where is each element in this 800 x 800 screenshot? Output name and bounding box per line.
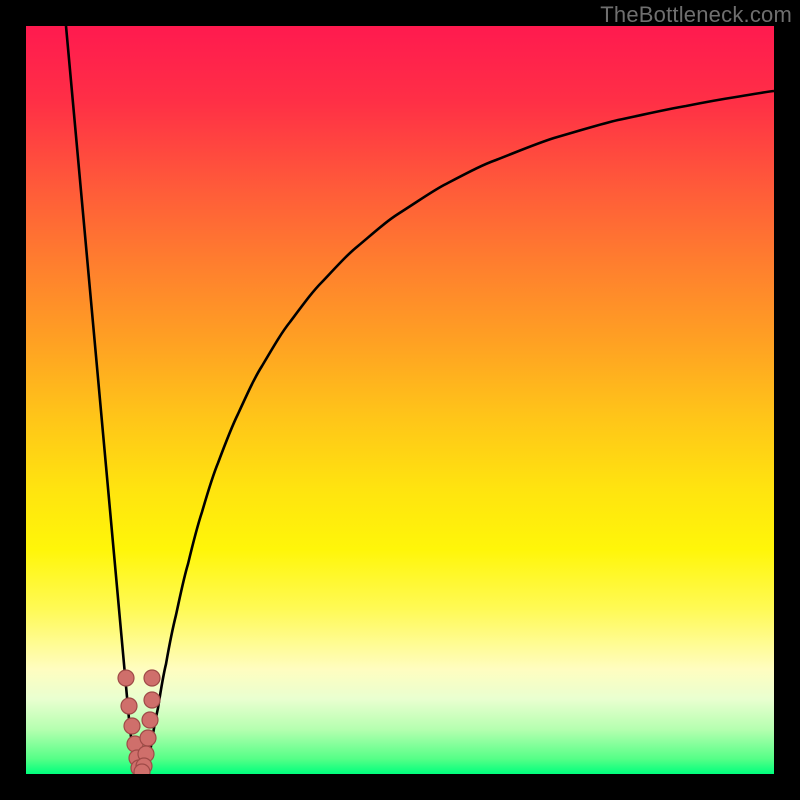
dot [142, 712, 158, 728]
dot [144, 670, 160, 686]
dot-apex [134, 764, 150, 774]
chart-plot-area [26, 26, 774, 774]
outer-frame: TheBottleneck.com [0, 0, 800, 800]
dot [118, 670, 134, 686]
dot [124, 718, 140, 734]
curve-left-branch [66, 26, 142, 774]
watermark-text: TheBottleneck.com [600, 2, 792, 28]
chart-svg [26, 26, 774, 774]
dot [144, 692, 160, 708]
dot-cluster [118, 670, 160, 774]
dot [121, 698, 137, 714]
curve-right-branch [142, 91, 774, 774]
dot [140, 730, 156, 746]
